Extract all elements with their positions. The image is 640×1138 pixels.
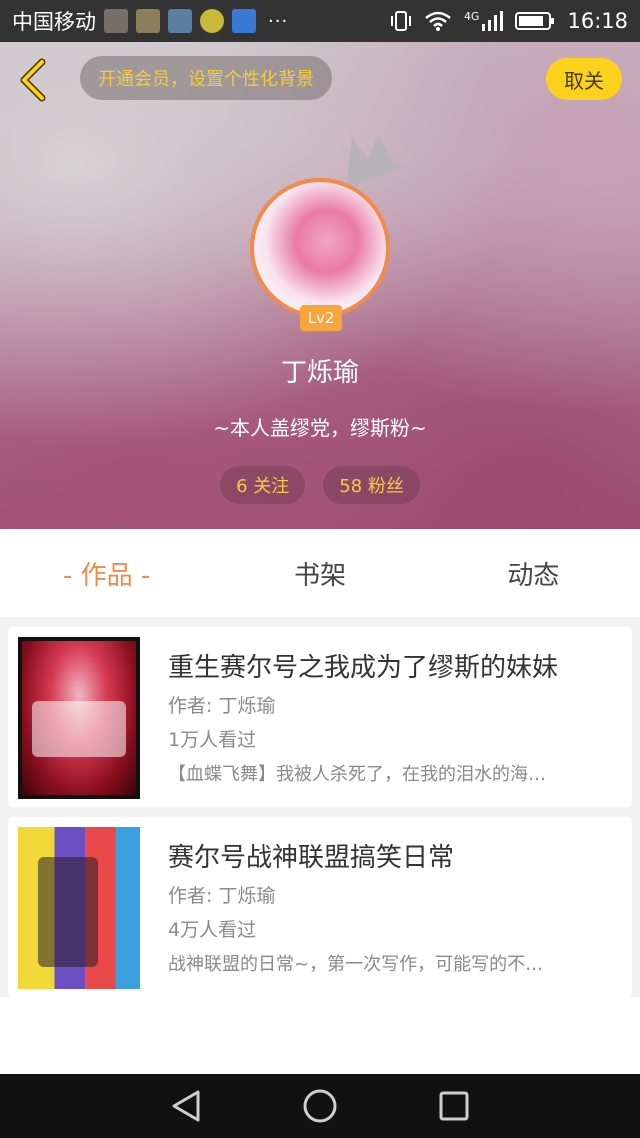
fans-count[interactable]: 58 粉丝 [323,466,420,504]
book-cover-image [18,637,140,799]
tab-works[interactable]: - 作品 - [0,529,213,617]
list-item[interactable]: 重生赛尔号之我成为了缪斯的妹妹 作者: 丁烁瑜 1万人看过 【血蝶飞舞】我被人杀… [8,627,632,807]
level-badge: Lv2 [300,305,342,331]
triangle-back-icon[interactable] [170,1089,202,1123]
tab-bookshelf[interactable]: 书架 [213,529,426,617]
book-title: 重生赛尔号之我成为了缪斯的妹妹 [168,653,559,683]
chevron-left-icon [20,58,46,102]
wifi-icon [425,11,451,31]
avatar[interactable] [250,178,390,318]
status-right: 4G 16:18 [390,9,628,33]
unfollow-button[interactable]: 取关 [546,58,622,100]
book-title: 赛尔号战神联盟搞笑日常 [168,843,455,873]
status-left: 中国移动 ··· [12,6,288,36]
cover-title-banner [32,701,126,757]
paw-notification-icon [232,9,256,33]
book-author: 作者: 丁烁瑜 [168,695,276,717]
back-button[interactable] [14,58,54,102]
tab-activity[interactable]: 动态 [427,529,640,617]
clock: 16:18 [567,9,628,33]
system-nav-bar [0,1074,640,1138]
carrier-label: 中国移动 [12,10,96,34]
book-views: 4万人看过 [168,919,257,941]
profile-header: 开通会员，设置个性化背景 取关 Lv2 丁烁瑜 ~本人盖缪党，缪斯粉~ 6 关注… [0,42,640,529]
vibrate-icon [390,11,411,31]
more-notifications: ··· [268,10,289,32]
following-count[interactable]: 6 关注 [220,466,306,504]
username: 丁烁瑜 [280,358,359,388]
vip-background-prompt[interactable]: 开通会员，设置个性化背景 [80,56,332,100]
bio: ~本人盖缪党，缪斯粉~ [213,416,427,440]
notification-thumb-icon [136,9,160,33]
network-type: 4G [464,10,504,32]
cover-figure [38,857,98,967]
signal-icon [482,11,504,31]
book-author: 作者: 丁烁瑜 [168,885,276,907]
book-description: 战神联盟的日常~，第一次写作，可能写的不… [168,954,544,975]
chat-notification-icon [200,9,224,33]
book-cover-image [18,827,140,989]
book-views: 1万人看过 [168,729,257,751]
list-item[interactable]: 赛尔号战神联盟搞笑日常 作者: 丁烁瑜 4万人看过 战神联盟的日常~，第一次写作… [8,817,632,997]
square-recent-icon[interactable] [438,1090,470,1122]
battery-icon [515,12,555,30]
gallery-notification-icon [168,9,192,33]
book-description: 【血蝶飞舞】我被人杀死了，在我的泪水的海… [168,764,546,785]
profile-tabs: - 作品 - 书架 动态 [0,529,640,617]
list-footer-space [0,997,640,1074]
notification-thumb-icon [104,9,128,33]
status-bar: 中国移动 ··· 4G 16:18 [0,0,640,42]
stats-row: 6 关注 58 粉丝 [0,466,640,504]
circle-home-icon[interactable] [302,1088,338,1124]
crown-icon [346,134,406,190]
